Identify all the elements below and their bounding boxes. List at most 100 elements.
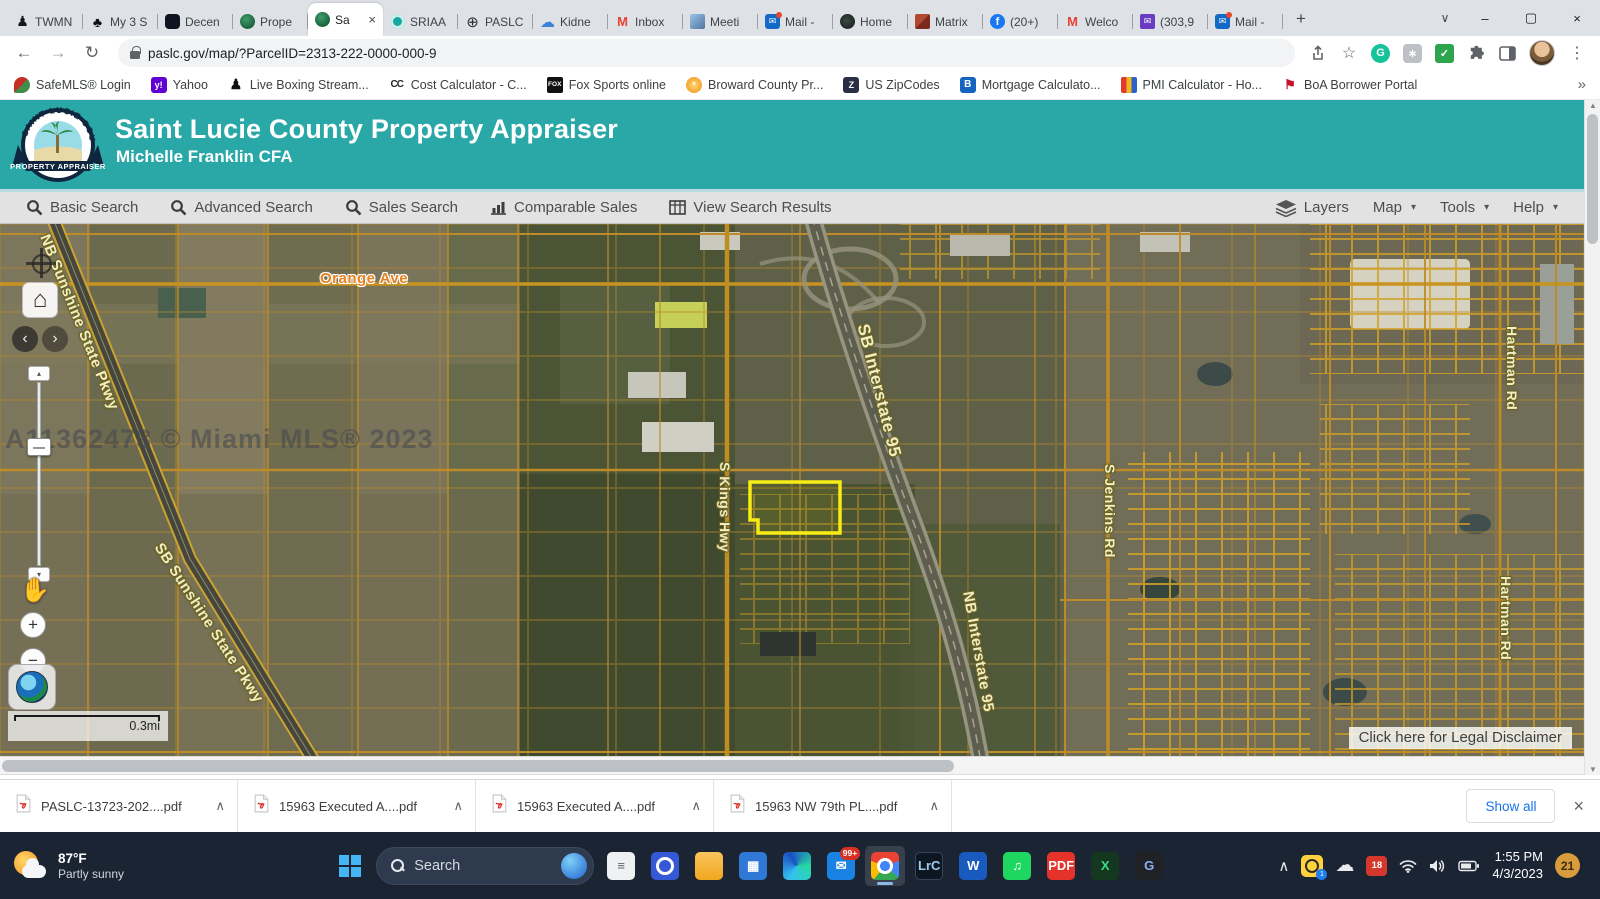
nav-item-layers[interactable]: Layers [1275,199,1349,217]
download-card[interactable]: 15963 Executed A....pdf∧ [238,780,476,832]
bookmark-item[interactable]: y!Yahoo [151,77,208,93]
download-caret-icon[interactable]: ∧ [929,798,939,814]
taskbar-app-documents[interactable]: ≡ [601,846,641,886]
browser-tab[interactable]: ✉Mail - [758,7,833,36]
window-maximize-button[interactable]: ▢ [1508,0,1554,36]
lock-icon[interactable] [130,51,140,59]
side-panel-icon[interactable] [1498,44,1516,62]
nav-item-help[interactable]: Help▾ [1513,199,1558,216]
new-tab-button[interactable]: + [1287,5,1315,33]
horizontal-scrollbar[interactable] [0,756,1600,775]
browser-tab[interactable]: ⊕PASLC [458,7,533,36]
bookmark-item[interactable]: ZUS ZipCodes [843,77,939,93]
address-bar[interactable]: paslc.gov/map/?ParcelID=2313-222-0000-00… [118,39,1295,67]
browser-tab[interactable]: Meeti [683,7,758,36]
nav-item-basic-search[interactable]: Basic Search [26,199,138,216]
download-card[interactable]: PASLC-13723-202....pdf∧ [0,780,238,832]
bookmark-item[interactable]: *Broward County Pr... [686,77,823,93]
bookmark-item[interactable]: FOXFox Sports online [547,77,666,93]
browser-tab[interactable]: ✉Mail - [1208,7,1283,36]
bookmarks-overflow-chevron[interactable]: » [1578,76,1586,93]
bookmark-item[interactable]: BMortgage Calculato... [960,77,1101,93]
start-button[interactable] [331,847,369,885]
browser-tab[interactable]: SRIAA [383,7,458,36]
taskbar-app-edge-browser[interactable] [777,846,817,886]
download-card[interactable]: 15963 Executed A....pdf∧ [476,780,714,832]
browser-tab[interactable]: MWelco [1058,7,1133,36]
share-icon[interactable] [1309,44,1327,62]
taskbar-search-box[interactable]: Search [376,847,594,885]
window-minimize-button[interactable]: – [1462,0,1508,36]
previous-extent-button[interactable]: ‹ [12,326,38,352]
taskbar-app-file-explorer[interactable] [689,846,729,886]
taskbar-app-acrobat-pdf[interactable]: PDF [1041,846,1081,886]
url-text[interactable]: paslc.gov/map/?ParcelID=2313-222-0000-00… [148,46,437,61]
back-button[interactable]: ← [10,39,38,67]
taskbar-app-mail[interactable]: ✉99+ [821,846,861,886]
show-all-downloads-button[interactable]: Show all [1466,789,1555,823]
window-close-button[interactable]: × [1554,0,1600,36]
browser-tab[interactable]: MInbox [608,7,683,36]
extension-icon[interactable]: ∗ [1403,44,1422,63]
taskbar-app-camera[interactable] [645,846,685,886]
map-home-button[interactable]: ⌂ [22,282,58,318]
crosshair-icon[interactable] [26,248,56,278]
download-card[interactable]: 15963 NW 79th PL....pdf∧ [714,780,952,832]
browser-tab[interactable]: Home [833,7,908,36]
clock[interactable]: 1:55 PM 4/3/2023 [1492,849,1543,883]
taskbar-app-lightroom[interactable]: LrC [909,846,949,886]
tab-search-chevron-icon[interactable]: ∨ [1428,11,1462,25]
bookmark-item[interactable]: CCCost Calculator - C... [389,77,527,93]
browser-tab[interactable]: ✉(303,9 [1133,7,1208,36]
taskbar-app-store[interactable]: ▦ [733,846,773,886]
browser-tab[interactable]: Prope [233,7,308,36]
nav-item-tools[interactable]: Tools▾ [1440,199,1489,216]
scroll-down-arrow[interactable]: ▼ [1585,765,1600,774]
teams-clock-icon[interactable] [1301,855,1323,877]
vertical-scrollbar-thumb[interactable] [1587,114,1598,244]
nav-item-advanced-search[interactable]: Advanced Search [170,199,312,216]
profile-avatar[interactable] [1529,40,1555,66]
nav-item-comparable-sales[interactable]: Comparable Sales [490,199,637,216]
forward-button[interactable]: → [44,39,72,67]
browser-tab[interactable]: ☁Kidne [533,7,608,36]
legal-disclaimer-link[interactable]: Click here for Legal Disclaimer [1349,727,1572,749]
basemap-globe-button[interactable] [8,664,56,710]
notification-count-badge[interactable]: 21 [1555,853,1580,878]
downloads-bar-close-icon[interactable]: × [1573,796,1584,817]
checkmark-extension-icon[interactable]: ✓ [1435,44,1454,63]
battery-icon[interactable] [1458,860,1480,872]
nav-item-map[interactable]: Map▾ [1373,199,1416,216]
nav-item-sales-search[interactable]: Sales Search [345,199,458,216]
taskbar-app-excel[interactable]: X [1085,846,1125,886]
browser-tab[interactable]: Matrix [908,7,983,36]
browser-tab[interactable]: f(20+) [983,7,1058,36]
download-caret-icon[interactable]: ∧ [691,798,701,814]
zoom-slider[interactable]: ▴ ▾ [24,366,54,582]
wifi-icon[interactable] [1399,859,1417,873]
bookmark-item[interactable]: PMI Calculator - Ho... [1121,77,1262,93]
onedrive-cloud-icon[interactable]: ☁ [1335,854,1354,877]
zoom-slider-handle[interactable] [27,438,51,456]
zoom-in-button[interactable]: + [20,612,46,638]
browser-tab[interactable]: Sa× [308,3,383,36]
zoom-slider-up-button[interactable]: ▴ [28,366,50,381]
bookmark-item[interactable]: SafeMLS® Login [14,77,131,93]
grammarly-extension-icon[interactable]: G [1371,44,1390,63]
vertical-scrollbar[interactable]: ▲ ▼ [1584,100,1600,775]
tab-close-icon[interactable]: × [368,12,376,27]
browser-tab[interactable]: Decen [158,7,233,36]
bookmark-item[interactable]: ⚑BoA Borrower Portal [1282,77,1417,93]
nav-item-view-search-results[interactable]: View Search Results [669,199,831,216]
taskbar-app-chrome-browser[interactable] [865,846,905,886]
taskbar-app-spotify[interactable]: ♫ [997,846,1037,886]
taskbar-weather-widget[interactable]: 87°F Partly sunny [12,849,222,883]
browser-menu-kebab-icon[interactable]: ⋮ [1568,44,1586,62]
horizontal-scrollbar-thumb[interactable] [2,760,954,772]
download-caret-icon[interactable]: ∧ [453,798,463,814]
zoom-slider-track[interactable] [37,382,41,566]
next-extent-button[interactable]: › [42,326,68,352]
map-viewport[interactable]: Orange AveNB Sunshine State PkwySB Sunsh… [0,224,1584,756]
taskbar-app-g-app[interactable]: G [1129,846,1169,886]
bookmark-item[interactable]: ♟Live Boxing Stream... [228,77,369,93]
